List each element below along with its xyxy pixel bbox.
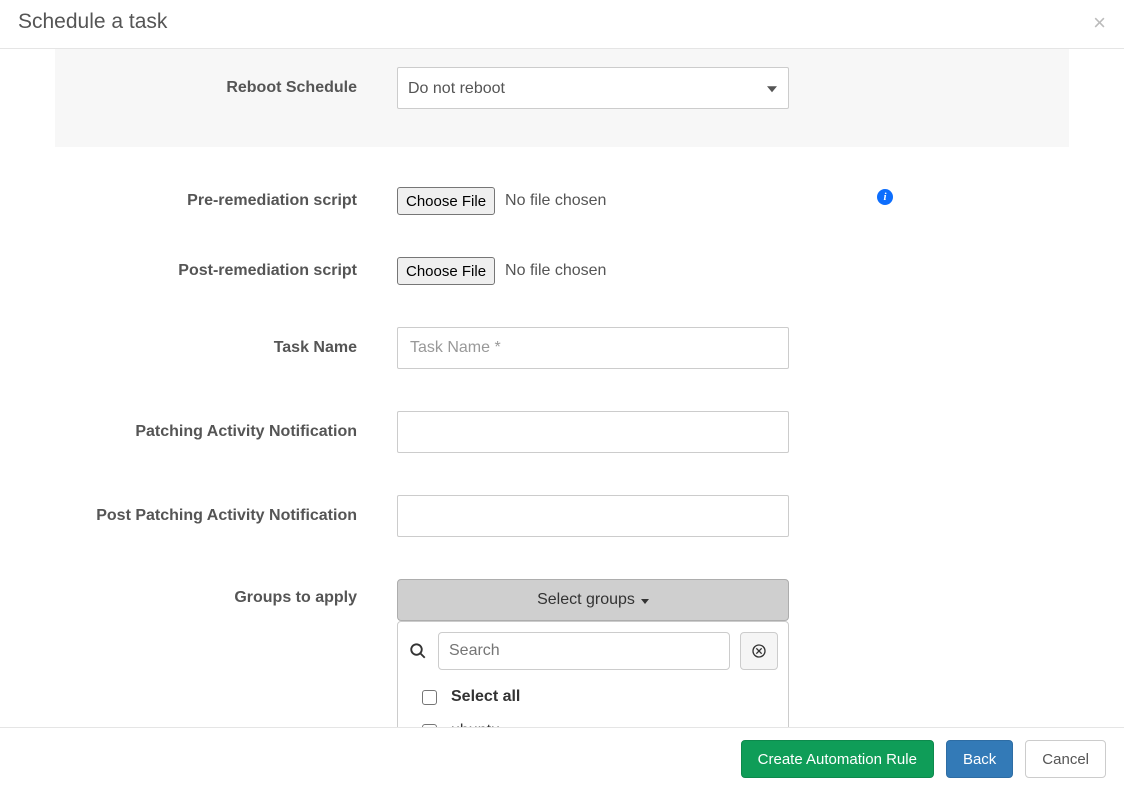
select-all-checkbox[interactable] xyxy=(422,690,437,705)
post-script-file-status: No file chosen xyxy=(505,262,606,280)
search-icon xyxy=(408,641,428,661)
reboot-schedule-label: Reboot Schedule xyxy=(55,79,397,97)
select-groups-button[interactable]: Select groups xyxy=(397,579,789,621)
pre-script-choose-file-button[interactable]: Choose File xyxy=(397,187,495,215)
back-button[interactable]: Back xyxy=(946,740,1013,778)
select-groups-label: Select groups xyxy=(537,591,635,609)
info-icon[interactable]: i xyxy=(877,189,893,205)
task-name-input[interactable] xyxy=(397,327,789,369)
pre-script-file-status: No file chosen xyxy=(505,192,606,210)
reboot-panel: Reboot Schedule Do not reboot xyxy=(55,49,1069,147)
modal-body[interactable]: Reboot Schedule Do not reboot Pre-remedi… xyxy=(0,49,1124,727)
group-option-row[interactable]: ubuntu xyxy=(398,714,788,727)
post-patching-notification-input[interactable] xyxy=(397,495,789,537)
groups-to-apply-label: Groups to apply xyxy=(55,579,397,607)
task-name-label: Task Name xyxy=(55,339,397,357)
post-remediation-label: Post-remediation script xyxy=(55,262,397,280)
groups-dropdown-panel: Select all ubuntu windows 10 xyxy=(397,621,789,727)
post-patching-notification-label: Post Patching Activity Notification xyxy=(55,507,397,525)
clear-search-button[interactable] xyxy=(740,632,778,670)
caret-down-icon xyxy=(641,599,649,604)
group-checkbox[interactable] xyxy=(422,724,437,728)
groups-search-input[interactable] xyxy=(438,632,730,670)
cancel-button[interactable]: Cancel xyxy=(1025,740,1106,778)
post-script-choose-file-button[interactable]: Choose File xyxy=(397,257,495,285)
schedule-task-modal: Schedule a task × Reboot Schedule Do not… xyxy=(0,0,1124,790)
patching-notification-input[interactable] xyxy=(397,411,789,453)
reboot-schedule-select[interactable]: Do not reboot xyxy=(397,67,789,109)
select-all-row[interactable]: Select all xyxy=(398,680,788,714)
patching-notification-label: Patching Activity Notification xyxy=(55,423,397,441)
pre-remediation-label: Pre-remediation script xyxy=(55,192,397,210)
group-option-label: ubuntu xyxy=(451,722,500,727)
modal-footer: Create Automation Rule Back Cancel xyxy=(0,727,1124,790)
modal-title: Schedule a task xyxy=(18,10,167,33)
create-automation-rule-button[interactable]: Create Automation Rule xyxy=(741,740,934,778)
close-icon[interactable]: × xyxy=(1093,12,1106,34)
select-all-label: Select all xyxy=(451,688,520,706)
modal-header: Schedule a task × xyxy=(0,0,1124,49)
